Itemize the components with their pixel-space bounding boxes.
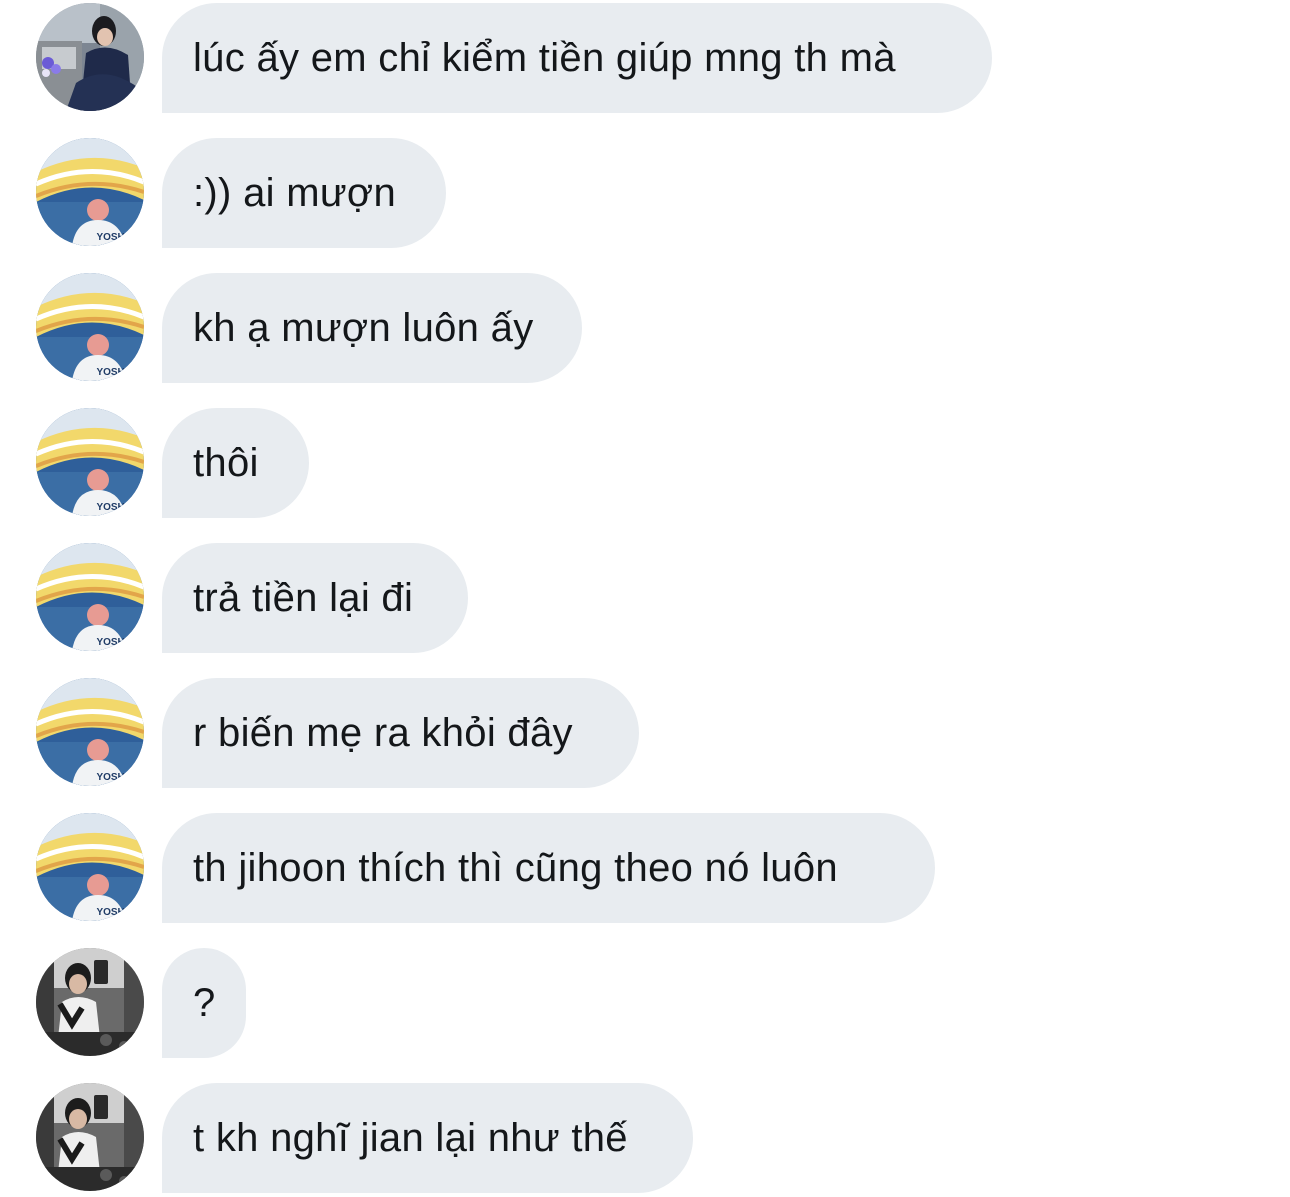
message-bubble[interactable]: thôi xyxy=(162,408,309,518)
message-text: th jihoon thích thì cũng theo nó luôn xyxy=(193,845,838,890)
avatar-photo: YOSHI xyxy=(36,138,144,246)
avatar[interactable]: YOSHI xyxy=(36,813,144,921)
avatar[interactable] xyxy=(36,3,144,111)
avatar-shirt-text: YOSHI xyxy=(96,232,127,243)
avatar[interactable]: YOSHI xyxy=(36,678,144,786)
avatar-photo: YOSHI xyxy=(36,813,144,921)
message-row: lúc ấy em chỉ kiểm tiền giúp mng th mà xyxy=(0,3,1290,113)
message-row: ? xyxy=(0,948,1290,1058)
message-text: kh ạ mượn luôn ấy xyxy=(193,305,534,350)
avatar[interactable] xyxy=(36,1083,144,1191)
message-bubble[interactable]: t kh nghĩ jian lại như thế xyxy=(162,1083,693,1193)
message-bubble[interactable]: ? xyxy=(162,948,246,1058)
message-bubble[interactable]: :)) ai mượn xyxy=(162,138,446,248)
avatar-photo xyxy=(36,1083,144,1191)
message-text: :)) ai mượn xyxy=(193,170,396,215)
avatar-shirt-text: YOSHI xyxy=(96,367,127,378)
message-row: YOSHI th jihoon thích thì cũng theo nó l… xyxy=(0,813,1290,923)
message-bubble[interactable]: kh ạ mượn luôn ấy xyxy=(162,273,582,383)
avatar-shirt-text: YOSHI xyxy=(96,502,127,513)
message-bubble[interactable]: th jihoon thích thì cũng theo nó luôn xyxy=(162,813,935,923)
avatar-shirt-text: YOSHI xyxy=(96,907,127,918)
avatar-photo: YOSHI xyxy=(36,543,144,651)
message-text: thôi xyxy=(193,440,259,485)
avatar-shirt-text: YOSHI xyxy=(96,637,127,648)
message-text: r biến mẹ ra khỏi đây xyxy=(193,710,573,755)
message-row: YOSHI :)) ai mượn xyxy=(0,138,1290,248)
avatar-photo: YOSHI xyxy=(36,678,144,786)
message-row: YOSHI kh ạ mượn luôn ấy xyxy=(0,273,1290,383)
avatar[interactable] xyxy=(36,948,144,1056)
avatar[interactable]: YOSHI xyxy=(36,138,144,246)
message-row: YOSHI trả tiền lại đi xyxy=(0,543,1290,653)
message-text: ? xyxy=(193,980,216,1025)
message-row: t kh nghĩ jian lại như thế xyxy=(0,1083,1290,1193)
avatar[interactable]: YOSHI xyxy=(36,408,144,516)
avatar-photo: YOSHI xyxy=(36,273,144,381)
avatar-photo xyxy=(36,948,144,1056)
message-bubble[interactable]: r biến mẹ ra khỏi đây xyxy=(162,678,639,788)
message-text: t kh nghĩ jian lại như thế xyxy=(193,1115,628,1160)
message-thread: lúc ấy em chỉ kiểm tiền giúp mng th mà Y… xyxy=(0,0,1290,1197)
avatar-photo: YOSHI xyxy=(36,408,144,516)
avatar-photo xyxy=(36,3,144,111)
avatar[interactable]: YOSHI xyxy=(36,273,144,381)
avatar-shirt-text: YOSHI xyxy=(96,772,127,783)
avatar[interactable]: YOSHI xyxy=(36,543,144,651)
message-row: YOSHI r biến mẹ ra khỏi đây xyxy=(0,678,1290,788)
message-row: YOSHI thôi xyxy=(0,408,1290,518)
message-text: lúc ấy em chỉ kiểm tiền giúp mng th mà xyxy=(193,35,896,80)
message-bubble[interactable]: lúc ấy em chỉ kiểm tiền giúp mng th mà xyxy=(162,3,992,113)
message-text: trả tiền lại đi xyxy=(193,575,414,620)
message-bubble[interactable]: trả tiền lại đi xyxy=(162,543,468,653)
